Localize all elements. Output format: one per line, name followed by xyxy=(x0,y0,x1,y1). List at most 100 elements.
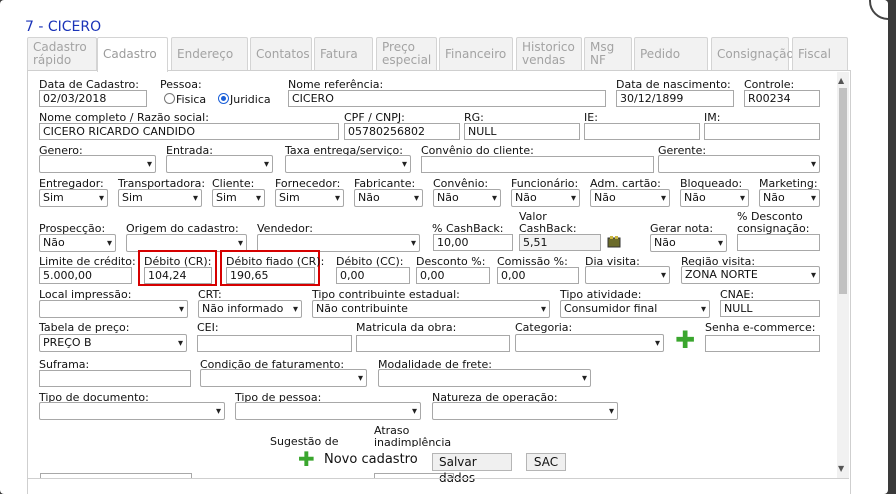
tab-msg-nf[interactable]: Msg NF xyxy=(584,37,632,71)
tab-label: Endereço xyxy=(177,47,234,61)
tab-financeiro[interactable]: Financeiro xyxy=(439,37,513,71)
nome-completo-input[interactable]: CICERO RICARDO CANDIDO xyxy=(39,123,339,140)
bloqueado-select[interactable]: Não ▾ xyxy=(680,189,749,207)
add-icon: ✚ xyxy=(298,447,315,471)
debito-cr-input[interactable]: 104,24 xyxy=(144,267,212,284)
limite-credito-input[interactable]: 5.000,00 xyxy=(39,267,132,284)
suframa-input[interactable] xyxy=(39,370,191,387)
pct-desconto-consignacao-label: % Desconto consignação: xyxy=(737,210,810,235)
marketing-select[interactable]: Não ▾ xyxy=(759,189,820,207)
taxa-entrega-select[interactable]: ▾ xyxy=(285,155,411,173)
close-icon[interactable] xyxy=(869,0,888,20)
adm-cartao-select[interactable]: Não ▾ xyxy=(590,189,670,207)
genero-select[interactable]: ▾ xyxy=(39,155,156,173)
gerente-select[interactable]: ▾ xyxy=(658,155,820,173)
scroll-up-icon[interactable]: ▲ xyxy=(838,76,844,85)
tipo-contribuinte-select[interactable]: Não contribuinte ▾ xyxy=(312,300,550,318)
matricula-obra-input[interactable] xyxy=(356,335,510,352)
scroll-down-icon[interactable]: ▼ xyxy=(838,464,844,473)
regiao-visita-value: ZONA NORTE xyxy=(685,268,758,281)
pessoa-label: Pessoa: xyxy=(160,78,202,91)
entrada-select[interactable]: ▾ xyxy=(166,155,273,173)
tab-contatos[interactable]: Contatos xyxy=(250,37,312,71)
comissao-pct-input[interactable]: 0,00 xyxy=(497,267,579,284)
desconto-pct-input[interactable]: 0,00 xyxy=(416,267,490,284)
cnae-input[interactable]: NULL xyxy=(720,300,820,317)
im-input[interactable] xyxy=(704,123,820,140)
pessoa-juridica-radio[interactable] xyxy=(218,93,229,104)
tipo-atividade-value: Consumidor final xyxy=(564,302,658,315)
tab-label: Msg NF xyxy=(590,40,615,67)
chevron-down-icon: ▾ xyxy=(660,193,666,204)
modalidade-frete-select[interactable]: ▾ xyxy=(378,369,591,387)
crt-select[interactable]: Não informado ▾ xyxy=(198,300,302,318)
debito-fiado-input[interactable]: 190,65 xyxy=(226,267,315,284)
valor-cashback-label: Valor CashBack: xyxy=(519,210,577,235)
chevron-down-icon: ▾ xyxy=(401,159,407,170)
pct-cashback-input[interactable]: 10,00 xyxy=(433,234,513,251)
tab-preco-especial[interactable]: Preço especial xyxy=(376,37,437,71)
transportadora-value: Sim xyxy=(122,191,143,204)
tipo-documento-select[interactable]: ▾ xyxy=(39,402,225,420)
prospeccao-select[interactable]: Não ▾ xyxy=(39,234,116,252)
scrollbar-thumb[interactable] xyxy=(839,88,847,294)
gerar-nota-select[interactable]: Não ▾ xyxy=(650,234,727,252)
tabela-preco-select[interactable]: PREÇO B ▾ xyxy=(39,334,187,352)
chevron-down-icon: ▾ xyxy=(654,338,660,349)
natureza-operacao-select[interactable]: ▾ xyxy=(432,402,618,420)
tipo-atividade-select[interactable]: Consumidor final ▾ xyxy=(560,300,710,318)
novo-cadastro-link[interactable]: Novo cadastro xyxy=(324,452,418,467)
chevron-down-icon: ▾ xyxy=(540,304,546,315)
categoria-select[interactable]: ▾ xyxy=(515,334,664,352)
add-category-icon[interactable]: ✚ xyxy=(675,328,695,352)
pct-desconto-consignacao-input[interactable] xyxy=(737,234,820,251)
chevron-down-icon: ▾ xyxy=(810,159,816,170)
tab-consignacao[interactable]: Consignação xyxy=(711,37,794,71)
data-cadastro-input[interactable]: 02/03/2018 xyxy=(39,90,147,107)
dia-visita-select[interactable]: ▾ xyxy=(585,266,670,284)
funcionario-select[interactable]: Não ▾ xyxy=(511,189,580,207)
chevron-down-icon: ▾ xyxy=(106,238,112,249)
salvar-dados-button[interactable]: Salvar dados xyxy=(432,453,512,485)
tab-label: Contatos xyxy=(256,47,310,61)
debito-cc-input[interactable]: 0,00 xyxy=(336,267,410,284)
tab-fatura[interactable]: Fatura xyxy=(314,37,373,71)
chevron-down-icon: ▾ xyxy=(413,193,419,204)
cpf-cnpj-input[interactable]: 05780256802 xyxy=(344,123,460,140)
nome-referencia-input[interactable]: CICERO xyxy=(288,90,606,107)
controle-input[interactable]: R00234 xyxy=(744,90,820,107)
cei-input[interactable] xyxy=(197,335,352,352)
entregador-value: Sim xyxy=(43,191,64,204)
tab-label: Fatura xyxy=(320,47,358,61)
data-nascimento-input[interactable]: 30/12/1899 xyxy=(616,90,734,107)
convenio-select[interactable]: Não ▾ xyxy=(433,189,501,207)
chevron-down-icon: ▾ xyxy=(411,406,417,417)
convenio-cliente-input[interactable] xyxy=(421,156,654,173)
condicao-faturamento-select[interactable]: ▾ xyxy=(200,369,367,387)
chevron-down-icon: ▾ xyxy=(292,304,298,315)
entregador-select[interactable]: Sim ▾ xyxy=(39,189,108,207)
senha-ecommerce-input[interactable] xyxy=(705,335,820,352)
sac-button[interactable]: SAC xyxy=(526,453,566,471)
regiao-visita-select[interactable]: ZONA NORTE ▾ xyxy=(681,266,820,284)
fabricante-select[interactable]: Não ▾ xyxy=(354,189,423,207)
tab-historico-vendas[interactable]: Historico vendas xyxy=(516,37,582,71)
chevron-down-icon: ▾ xyxy=(491,193,497,204)
tab-cadastro-rapido[interactable]: Cadastro rápido xyxy=(27,37,97,71)
pessoa-fisica-radio[interactable] xyxy=(164,93,175,104)
tab-fiscal[interactable]: Fiscal xyxy=(792,37,848,71)
transportadora-select[interactable]: Sim ▾ xyxy=(118,189,202,207)
ie-input[interactable] xyxy=(584,123,700,140)
tab-endereco[interactable]: Endereço xyxy=(171,37,248,71)
cliente-select[interactable]: Sim ▾ xyxy=(212,189,265,207)
valor-cashback-input[interactable]: 5,51 xyxy=(519,234,601,251)
tab-pedido[interactable]: Pedido xyxy=(634,37,708,71)
rg-input[interactable]: NULL xyxy=(464,123,580,140)
tipo-contribuinte-value: Não contribuinte xyxy=(316,302,408,315)
local-impressao-select[interactable]: ▾ xyxy=(39,300,188,318)
tab-cadastro[interactable]: Cadastro xyxy=(97,37,168,72)
chevron-down-icon: ▾ xyxy=(810,193,816,204)
fornecedor-select[interactable]: Sim ▾ xyxy=(275,189,344,207)
cashback-icon[interactable] xyxy=(607,235,621,249)
tipo-pessoa-select[interactable]: ▾ xyxy=(235,402,421,420)
